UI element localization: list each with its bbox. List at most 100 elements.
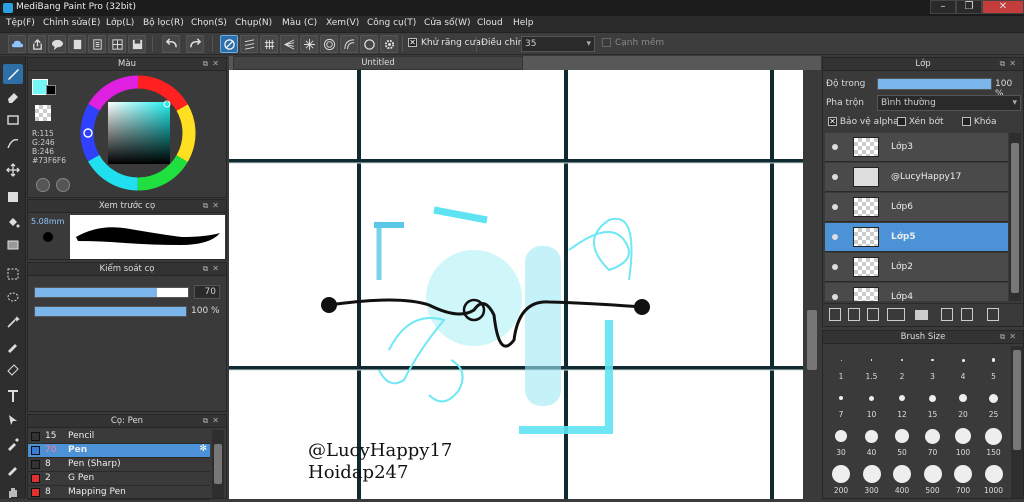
layer-item[interactable]: Lớp6: [825, 193, 1008, 222]
brush-size-option[interactable]: 30: [826, 422, 856, 460]
snap-off-icon[interactable]: [220, 35, 238, 53]
bucket-tool-icon[interactable]: [3, 212, 23, 232]
brush-item-pen[interactable]: 70 Pen ✻: [28, 444, 210, 458]
brush-size-option[interactable]: 20: [948, 384, 978, 422]
brush-size-option[interactable]: 100: [948, 422, 978, 460]
rectangle-tool-icon[interactable]: [3, 110, 23, 130]
menu-window[interactable]: Cửa số(W): [424, 18, 470, 28]
restore-button[interactable]: ❐: [956, 0, 982, 14]
menu-filter[interactable]: Bộ lọc(R): [143, 18, 184, 28]
lasso-tool-icon[interactable]: [3, 288, 23, 308]
panel-buttons-icon[interactable]: ⧉✕: [1000, 331, 1020, 343]
brush-size-option[interactable]: 12: [887, 384, 917, 422]
brush-size-option[interactable]: 70: [918, 422, 948, 460]
antialias-checkbox[interactable]: ✕: [408, 38, 417, 48]
brush-size-option[interactable]: 500: [918, 460, 948, 498]
menu-edit[interactable]: Chỉnh sửa(E): [43, 18, 100, 28]
smooth-edge-checkbox[interactable]: [602, 38, 611, 48]
cross-snap-icon[interactable]: [260, 35, 278, 53]
layer-list-scrollbar[interactable]: [1009, 133, 1021, 301]
eraser-tool-icon[interactable]: [3, 87, 23, 107]
hand-tool-icon[interactable]: [3, 482, 23, 502]
adjust-input[interactable]: 35 ▾: [521, 36, 595, 52]
duplicate-layer-icon[interactable]: [941, 308, 953, 321]
select-rect-tool-icon[interactable]: [3, 264, 23, 284]
eyedropper-tool-icon[interactable]: [3, 434, 23, 454]
brush-size-option[interactable]: 2: [887, 346, 917, 384]
magic-wand-tool-icon[interactable]: [3, 312, 23, 332]
grid-doc-icon[interactable]: [108, 35, 126, 53]
menu-tools[interactable]: Công cụ(T): [367, 18, 416, 28]
protect-alpha-checkbox[interactable]: ✕ Bảo vệ alpha: [828, 117, 899, 127]
scroll-thumb[interactable]: [807, 310, 817, 370]
brush-size-option[interactable]: 1.5: [857, 346, 887, 384]
brush-size-option[interactable]: 40: [857, 422, 887, 460]
document-icon[interactable]: [88, 35, 106, 53]
layer-item-selected[interactable]: Lớp5✻: [825, 223, 1008, 252]
delete-layer-icon[interactable]: [987, 308, 999, 321]
brush-size-option[interactable]: 150: [979, 422, 1009, 460]
canvas-vertical-scrollbar[interactable]: [803, 70, 821, 499]
undo-icon[interactable]: [162, 35, 180, 53]
share-icon[interactable]: [28, 35, 46, 53]
fill-rect-tool-icon[interactable]: [3, 187, 23, 207]
lock-checkbox[interactable]: Khóa: [962, 117, 997, 127]
brush-tool-icon[interactable]: [3, 64, 23, 84]
document-tab[interactable]: Untitled: [233, 56, 523, 70]
new-file-icon[interactable]: [68, 35, 86, 53]
brush-settings-gear-icon[interactable]: ✻: [199, 444, 207, 454]
save-icon[interactable]: [128, 35, 146, 53]
menu-help[interactable]: Help: [513, 18, 534, 28]
brush-size-option[interactable]: 700: [948, 460, 978, 498]
operation-tool-icon[interactable]: [3, 410, 23, 430]
add-layer-menu-icon[interactable]: [887, 308, 905, 321]
panel-buttons-icon[interactable]: ⧉✕: [203, 200, 223, 212]
new-layer-icon[interactable]: [829, 308, 841, 321]
panel-buttons-icon[interactable]: ⧉✕: [203, 58, 223, 70]
brush-size-option[interactable]: 25: [979, 384, 1009, 422]
menu-color[interactable]: Màu (C): [282, 18, 317, 28]
brush-size-option[interactable]: 300: [857, 460, 887, 498]
circle-snap-icon[interactable]: [360, 35, 378, 53]
drawing-canvas[interactable]: @LucyHappy17 Hoidap247: [229, 70, 803, 499]
gradient-tool-icon[interactable]: [3, 235, 23, 255]
brush-size-option[interactable]: 15: [918, 384, 948, 422]
select-eraser-tool-icon[interactable]: [3, 359, 23, 379]
brush-list-scrollbar[interactable]: [212, 430, 224, 498]
new-halftone-layer-icon[interactable]: [848, 308, 860, 321]
size-slider[interactable]: [34, 287, 189, 298]
new-8bit-layer-icon[interactable]: [867, 308, 879, 321]
menu-file[interactable]: Tệp(F): [6, 18, 35, 28]
visibility-eye-icon[interactable]: [832, 234, 838, 240]
color-wheel[interactable]: [78, 73, 198, 193]
visibility-eye-icon[interactable]: [832, 294, 838, 300]
concentric-snap-icon[interactable]: [320, 35, 338, 53]
opacity-slider[interactable]: [34, 306, 187, 317]
visibility-eye-icon[interactable]: [832, 174, 838, 180]
layer-item[interactable]: Lớp2: [825, 253, 1008, 282]
menu-cloud[interactable]: Cloud: [477, 18, 503, 28]
minimize-button[interactable]: –: [930, 0, 956, 14]
brush-size-option[interactable]: 50: [887, 422, 917, 460]
parallel-snap-icon[interactable]: [240, 35, 258, 53]
color-history-icon[interactable]: [56, 178, 70, 192]
size-input[interactable]: 70: [194, 285, 220, 299]
brush-item-g-pen[interactable]: 2 G Pen: [28, 472, 210, 486]
brush-item-pen-sharp[interactable]: 8 Pen (Sharp): [28, 458, 210, 472]
folder-icon[interactable]: [915, 310, 928, 320]
curve-snap-icon[interactable]: [340, 35, 358, 53]
brush-size-scrollbar[interactable]: [1011, 346, 1023, 498]
brush-size-option[interactable]: 5: [979, 346, 1009, 384]
text-tool-icon[interactable]: [3, 386, 23, 406]
transparent-swatch[interactable]: [35, 105, 51, 121]
layer-opacity-slider[interactable]: [877, 78, 992, 90]
visibility-eye-icon[interactable]: [832, 264, 838, 270]
brush-size-option[interactable]: 200: [826, 460, 856, 498]
layer-item[interactable]: Lớp3: [825, 133, 1008, 162]
panel-buttons-icon[interactable]: ⧉✕: [203, 415, 223, 427]
move-tool-icon[interactable]: [3, 160, 23, 180]
palette-icon[interactable]: [36, 178, 50, 192]
layer-item[interactable]: Lớp4: [825, 283, 1008, 301]
secondary-color-swatch[interactable]: [46, 85, 56, 95]
radial-snap-icon[interactable]: [300, 35, 318, 53]
